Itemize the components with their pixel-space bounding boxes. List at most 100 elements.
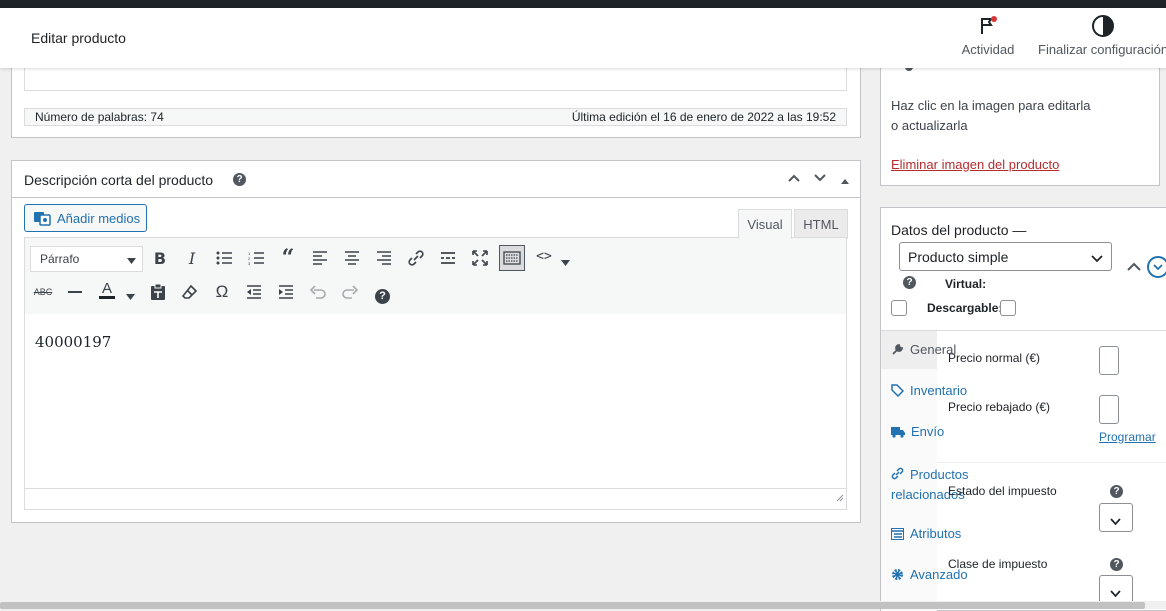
setup-label: Finalizar configuración bbox=[1038, 42, 1166, 57]
short-description-editor[interactable]: 40000197 bbox=[24, 314, 847, 489]
link-icon[interactable] bbox=[403, 245, 429, 271]
blockquote-icon[interactable]: “ bbox=[275, 245, 301, 271]
fullscreen-icon[interactable] bbox=[467, 245, 493, 271]
tax-class-help-icon[interactable]: ? bbox=[1110, 558, 1123, 571]
horizontal-scrollbar-thumb[interactable] bbox=[0, 602, 1145, 609]
product-type-select[interactable]: Producto simple bbox=[899, 242, 1112, 271]
finish-setup-button[interactable]: Finalizar configuración bbox=[1038, 14, 1166, 66]
align-center-icon[interactable] bbox=[339, 245, 365, 271]
regular-price-label: Precio normal (€) bbox=[948, 351, 1041, 365]
read-more-icon[interactable] bbox=[435, 245, 461, 271]
outdent-icon[interactable] bbox=[241, 279, 267, 305]
indent-icon[interactable] bbox=[273, 279, 299, 305]
downloadable-checkbox[interactable] bbox=[1000, 300, 1016, 316]
tax-class-select[interactable] bbox=[1099, 575, 1133, 604]
image-hint-line-2: o actualizarla bbox=[891, 118, 968, 133]
tax-status-label: Estado del impuesto bbox=[948, 484, 1057, 498]
align-left-icon[interactable] bbox=[307, 245, 333, 271]
resize-handle-icon[interactable] bbox=[835, 489, 844, 507]
svg-text:3: 3 bbox=[248, 261, 251, 265]
tab-shipping-label: Envío bbox=[911, 424, 945, 439]
activity-label: Actividad bbox=[961, 42, 1015, 57]
text-color-icon[interactable]: A bbox=[94, 277, 120, 303]
add-media-button[interactable]: Añadir medios bbox=[24, 204, 147, 232]
wrench-icon bbox=[892, 344, 903, 355]
product-type-value: Producto simple bbox=[908, 249, 1009, 265]
virtual-checkbox[interactable] bbox=[891, 300, 907, 316]
code-icon[interactable]: <> bbox=[531, 243, 557, 269]
downloadable-label: Descargable: bbox=[927, 301, 1003, 315]
editor-resize-bar bbox=[24, 488, 847, 510]
undo-icon[interactable] bbox=[305, 279, 331, 305]
collapse-toggle-icon[interactable] bbox=[840, 173, 850, 191]
flag-icon bbox=[981, 16, 997, 34]
tab-inventory[interactable]: Inventario bbox=[891, 383, 967, 398]
link-chain-icon bbox=[891, 467, 904, 480]
short-description-title: Descripción corta del producto bbox=[24, 172, 214, 188]
activity-button[interactable]: Actividad bbox=[958, 14, 1018, 66]
fields-divider bbox=[937, 462, 1166, 463]
eraser-icon[interactable] bbox=[177, 279, 203, 305]
tab-attributes[interactable]: Atributos bbox=[891, 526, 961, 541]
tax-status-chevron-icon bbox=[1110, 513, 1121, 531]
short-description-box: Descripción corta del producto ? Añadir … bbox=[11, 160, 861, 523]
caret-down-icon bbox=[127, 254, 136, 268]
collapse-up-icon[interactable] bbox=[1126, 260, 1142, 278]
media-icon bbox=[34, 212, 51, 226]
text-color-caret-icon[interactable] bbox=[126, 288, 135, 306]
admin-bar bbox=[0, 0, 1166, 8]
short-description-header: Descripción corta del producto ? bbox=[12, 161, 860, 198]
regular-price-input[interactable] bbox=[1099, 346, 1119, 375]
code-caret-down-icon[interactable] bbox=[561, 254, 570, 272]
tab-visual[interactable]: Visual bbox=[738, 209, 792, 239]
sale-price-input[interactable] bbox=[1099, 395, 1119, 424]
tab-shipping[interactable]: Envío bbox=[891, 424, 944, 439]
expand-toggle-icon[interactable] bbox=[1147, 256, 1166, 278]
virtual-label: Virtual: bbox=[945, 277, 987, 291]
horizontal-line-icon[interactable] bbox=[62, 279, 88, 305]
italic-icon[interactable]: I bbox=[179, 245, 205, 271]
tax-class-label: Clase de impuesto bbox=[948, 557, 1048, 571]
help-icon[interactable]: ? bbox=[233, 173, 246, 186]
editor-status-bar: Número de palabras: 74 Última edición el… bbox=[24, 108, 847, 126]
tax-status-select[interactable] bbox=[1099, 503, 1133, 532]
toolbar-toggle-icon[interactable] bbox=[499, 245, 525, 271]
list-table-icon bbox=[891, 527, 904, 540]
redo-icon[interactable] bbox=[337, 279, 363, 305]
strikethrough-icon[interactable]: ABC bbox=[30, 279, 56, 305]
tab-attributes-label: Atributos bbox=[910, 526, 962, 541]
chevron-down-icon bbox=[1091, 251, 1103, 267]
move-up-icon[interactable] bbox=[786, 170, 802, 190]
omega-icon[interactable]: Ω bbox=[209, 279, 235, 305]
half-circle-icon bbox=[1092, 15, 1114, 37]
schedule-link[interactable]: Programar bbox=[1099, 430, 1156, 444]
product-content-box: Número de palabras: 74 Última edición el… bbox=[11, 60, 861, 138]
keyboard-help-icon[interactable]: ? bbox=[375, 286, 390, 304]
add-media-label: Añadir medios bbox=[57, 210, 141, 226]
page-header: Editar producto Actividad Finalizar conf… bbox=[0, 8, 1166, 68]
editor-toolbar: Párrafo B I 123 “ <> ABC A Ω ? bbox=[24, 237, 847, 315]
short-description-content: 40000197 bbox=[35, 333, 112, 351]
gear-icon bbox=[892, 569, 903, 580]
remove-image-link[interactable]: Eliminar imagen del producto bbox=[891, 157, 1059, 172]
virtual-help-icon[interactable]: ? bbox=[903, 276, 916, 289]
image-hint-line-1: Haz clic en la imagen para editarla bbox=[891, 98, 1091, 113]
sale-price-label: Precio rebajado (€) bbox=[948, 400, 1051, 414]
tab-inventory-label: Inventario bbox=[910, 383, 968, 398]
paste-text-icon[interactable] bbox=[145, 279, 171, 305]
align-right-icon[interactable] bbox=[371, 245, 397, 271]
product-data-title: Datos del producto — bbox=[891, 222, 1027, 238]
bold-icon[interactable]: B bbox=[147, 245, 173, 271]
move-down-icon[interactable] bbox=[812, 170, 828, 191]
tax-status-help-icon[interactable]: ? bbox=[1110, 485, 1123, 498]
word-count: Número de palabras: 74 bbox=[35, 110, 164, 124]
tag-icon bbox=[891, 384, 904, 397]
format-select[interactable]: Párrafo bbox=[30, 246, 143, 272]
bullet-list-icon[interactable] bbox=[211, 245, 237, 271]
last-edit-info: Última edición el 16 de enero de 2022 a … bbox=[571, 110, 836, 124]
tab-html[interactable]: HTML bbox=[794, 209, 848, 239]
numbered-list-icon[interactable]: 123 bbox=[243, 245, 269, 271]
tab-general[interactable]: General bbox=[891, 342, 956, 357]
truck-icon bbox=[891, 426, 905, 438]
page-title: Editar producto bbox=[31, 30, 126, 46]
